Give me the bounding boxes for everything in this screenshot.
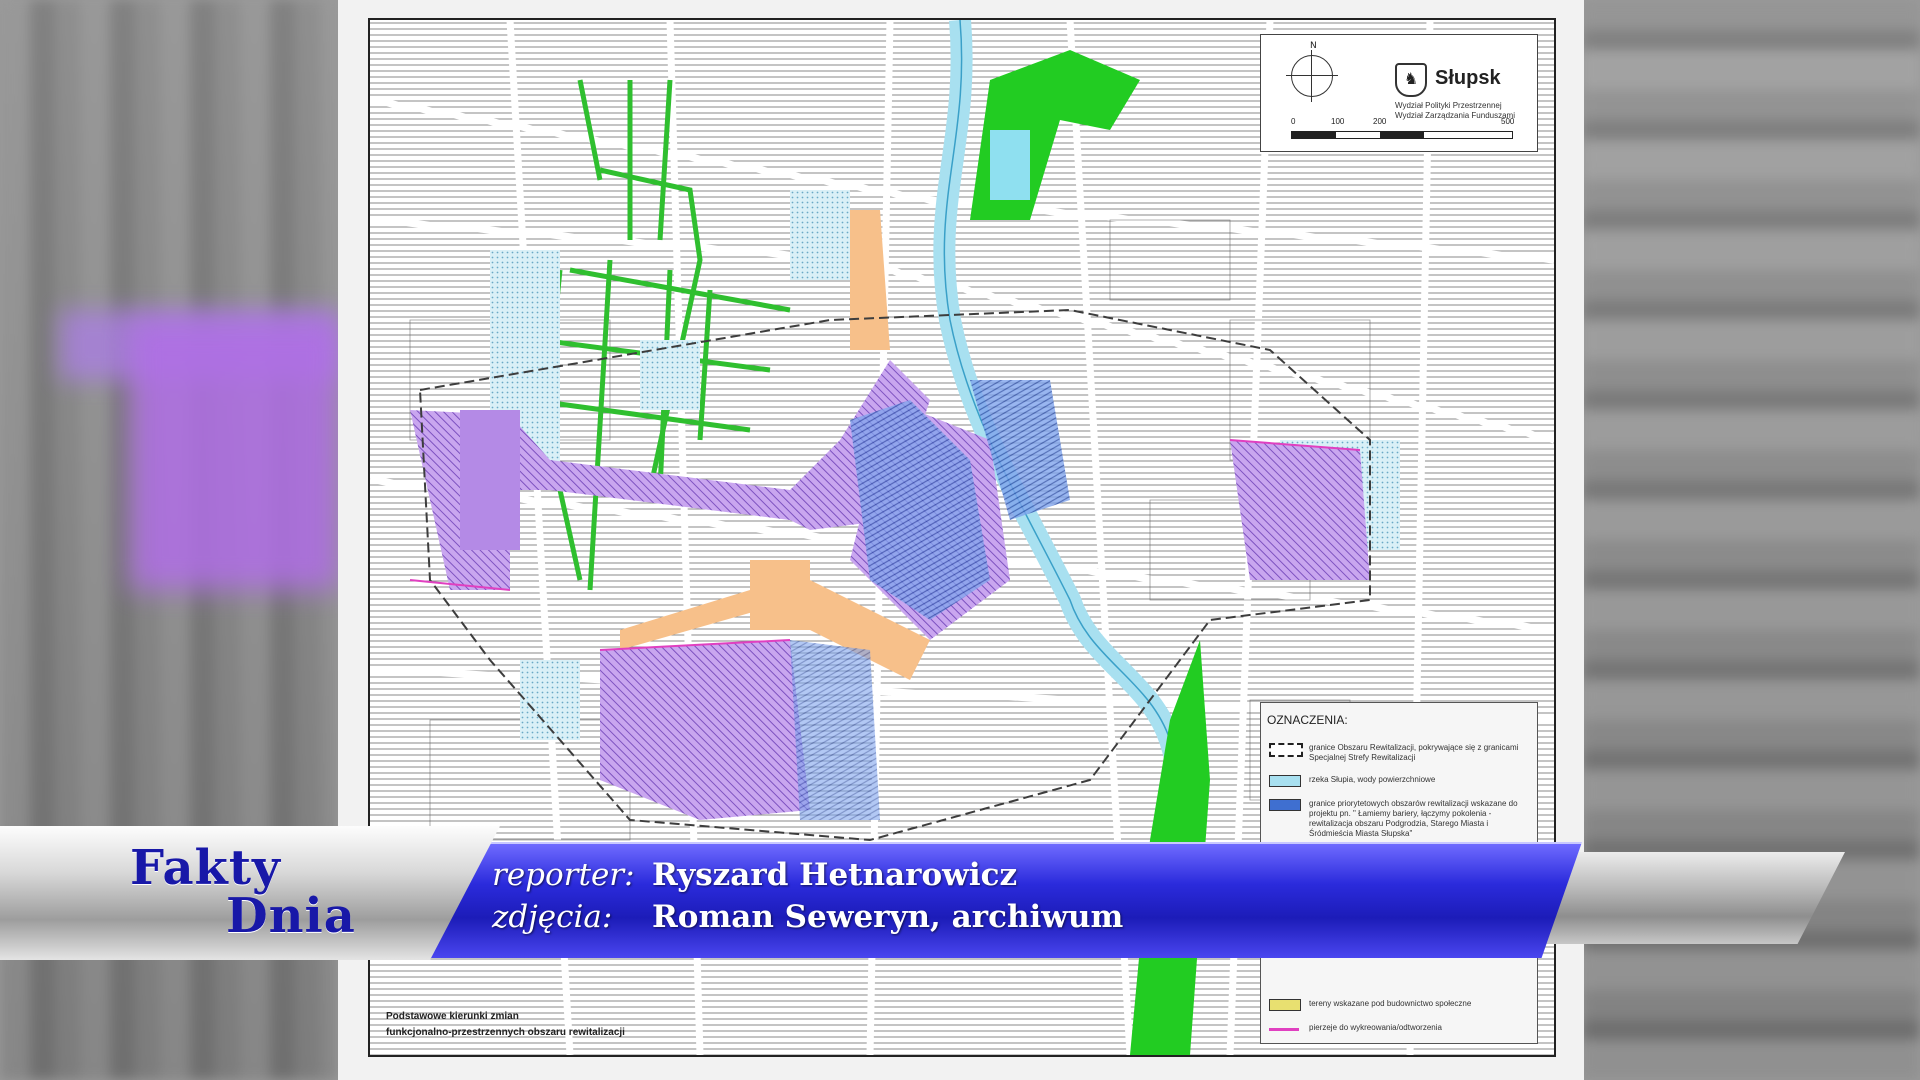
program-logo-line2: Dnia [226,888,356,944]
department-line: Wydział Polityki Przestrzennej [1395,101,1502,110]
photos-label: zdjęcia: [492,899,613,935]
reporter-label: reporter: [492,857,635,893]
map-title-block: N ♞ Słupsk Wydział Polityki Przestrzenne… [1260,34,1538,152]
department-names: Wydział Polityki Przestrzennej Wydział Z… [1395,101,1515,121]
map-caption: Podstawowe kierunki zmian funkcjonalno-p… [386,1009,726,1041]
legend-swatch [1269,799,1301,811]
compass-icon [1286,50,1338,102]
scale-label: 0 [1291,117,1296,126]
background-blur-accent [130,320,340,590]
map-caption-line: funkcjonalno-przestrzennych obszaru rewi… [386,1027,625,1038]
photos-credit: Roman Seweryn, archiwum [652,899,1124,935]
legend-item: rzeka Słupia, wody powierzchniowe [1269,775,1531,787]
legend-swatch [1269,743,1303,757]
legend-swatch [1269,999,1301,1011]
legend-item-text: pierzeje do wykreowania/odtworzenia [1309,1023,1442,1032]
legend-swatch [1269,1023,1299,1031]
legend-swatch [1269,775,1301,787]
scale-label: 100 [1331,117,1345,126]
reporter-name: Ryszard Hetnarowicz [652,857,1018,893]
scale-bar [1291,131,1513,139]
legend-item-text: rzeka Słupia, wody powierzchniowe [1309,775,1436,784]
program-logo-line1: Fakty [130,840,281,896]
map-caption-line: Podstawowe kierunki zmian [386,1011,519,1022]
legend-item: granice Obszaru Rewitalizacji, pokrywają… [1269,743,1531,765]
city-crest-icon: ♞ [1395,63,1427,97]
legend-item: pierzeje do wykreowania/odtworzenia [1269,1023,1531,1035]
lower-third-banner: Fakty Dnia reporter: Ryszard Hetnarowicz… [0,818,1920,968]
scale-label: 200 [1373,117,1387,126]
legend-item-text: granice Obszaru Rewitalizacji, pokrywają… [1309,743,1519,762]
compass-north-label: N [1310,41,1317,51]
department-line: Wydział Zarządzania Funduszami [1395,111,1515,120]
legend-title: OZNACZENIA: [1267,713,1348,727]
legend-item-text: tereny wskazane pod budownictwo społeczn… [1309,999,1472,1008]
scale-label: 500 [1501,117,1515,126]
city-name: Słupsk [1435,67,1501,89]
program-logo: Fakty Dnia [130,844,356,940]
legend-item: tereny wskazane pod budownictwo społeczn… [1269,999,1531,1011]
